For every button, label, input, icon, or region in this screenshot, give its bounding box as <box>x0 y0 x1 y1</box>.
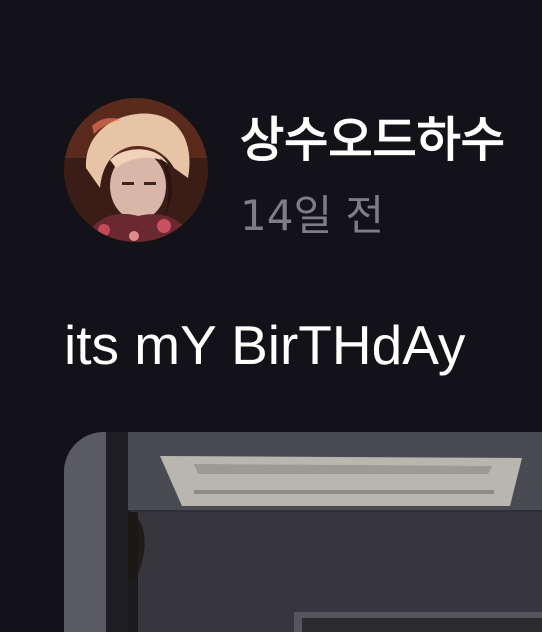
author-name[interactable]: 상수오드하수 <box>240 110 505 170</box>
avatar-photo-icon <box>64 98 208 242</box>
author-avatar[interactable] <box>64 98 208 242</box>
post-header: 상수오드하수 14일 전 <box>64 98 542 248</box>
post-timestamp: 14일 전 <box>240 191 385 240</box>
post-image[interactable] <box>64 432 542 632</box>
attached-photo-icon <box>64 432 542 632</box>
post-text: its mY BirTHdAy <box>64 314 466 376</box>
